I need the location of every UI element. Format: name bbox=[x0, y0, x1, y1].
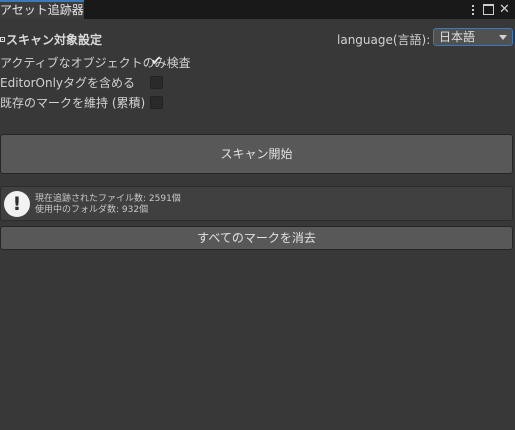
tab-bar: アセット追跡器 ✕ bbox=[0, 0, 515, 19]
foldout-icon bbox=[0, 37, 5, 42]
toggle-editor-only[interactable]: EditorOnlyタグを含める bbox=[0, 75, 170, 91]
keep-marks-checkbox[interactable] bbox=[150, 96, 163, 109]
language-select[interactable]: 日本語 bbox=[433, 28, 513, 46]
tab-asset-tracker[interactable]: アセット追跡器 bbox=[0, 0, 84, 19]
toggle-keep-marks[interactable]: 既存のマークを維持 (累積) bbox=[0, 95, 170, 111]
clear-all-marks-button[interactable]: すべてのマークを消去 bbox=[0, 226, 513, 250]
asset-tracker-window: アセット追跡器 ✕ スキャン対象設定 language(言語): 日本語 アクテ… bbox=[0, 0, 515, 430]
editor-only-checkbox[interactable] bbox=[150, 76, 163, 89]
scan-start-button[interactable]: スキャン開始 bbox=[0, 134, 513, 174]
window-tools: ✕ bbox=[466, 0, 511, 19]
toggle-label: EditorOnlyタグを含める bbox=[0, 76, 136, 90]
language-select-value: 日本語 bbox=[439, 30, 476, 44]
info-icon: ! bbox=[4, 191, 30, 217]
maximize-icon[interactable] bbox=[482, 3, 495, 16]
kebab-menu-icon[interactable] bbox=[466, 3, 479, 16]
language-label: language(言語): bbox=[337, 33, 431, 47]
dropdown-arrow-icon bbox=[499, 35, 507, 40]
tracked-file-count: 現在追跡されたファイル数: 2591個 bbox=[35, 194, 181, 204]
checkmark-icon: ✔ bbox=[151, 54, 162, 69]
toggle-active-only[interactable]: アクティブなオブジェクトのみ検査 ✔ bbox=[0, 54, 191, 71]
folder-count: 使用中のフォルダ数: 932個 bbox=[35, 205, 149, 215]
status-help-box: ! 現在追跡されたファイル数: 2591個 使用中のフォルダ数: 932個 bbox=[0, 186, 513, 221]
close-icon[interactable]: ✕ bbox=[498, 3, 511, 16]
toggle-label: 既存のマークを維持 (累積) bbox=[0, 96, 146, 110]
section-title: スキャン対象設定 bbox=[6, 33, 103, 47]
section-header[interactable]: スキャン対象設定 bbox=[0, 31, 102, 48]
active-only-checkbox[interactable]: ✔ bbox=[150, 54, 163, 69]
